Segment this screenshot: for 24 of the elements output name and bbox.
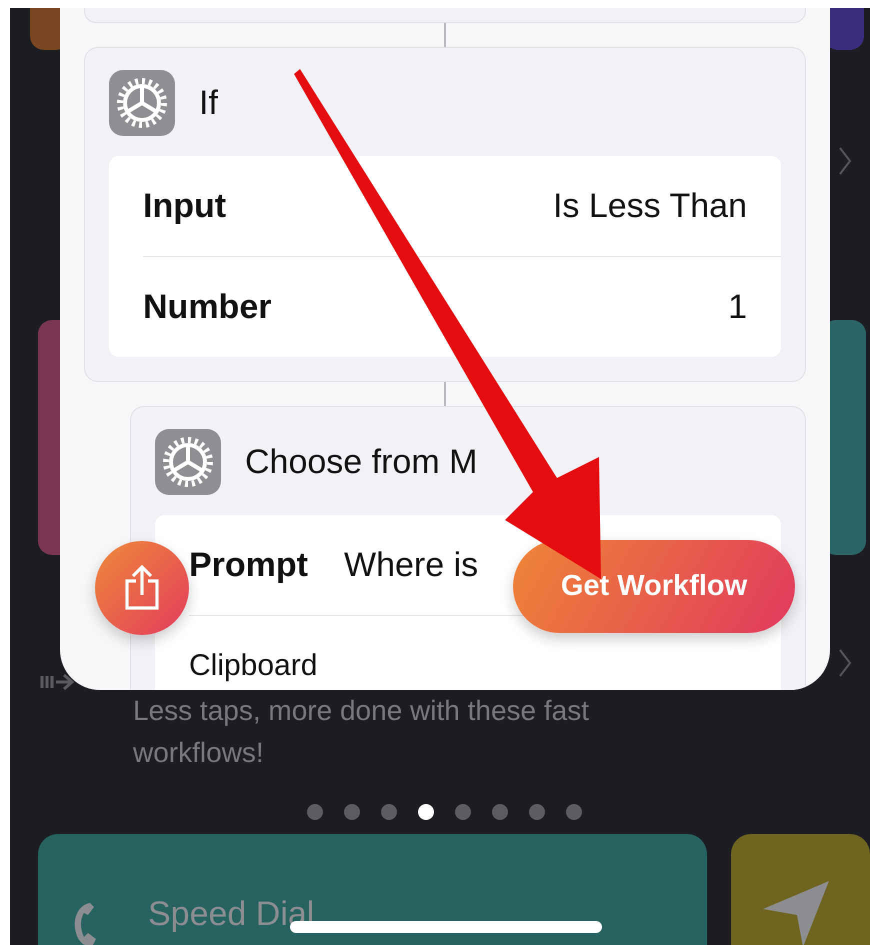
- settings-icon: [109, 70, 175, 136]
- workflow-card[interactable]: [730, 834, 870, 945]
- parameter-value: Is Less Than: [552, 186, 747, 226]
- action-title: If: [199, 84, 218, 122]
- chevron-icon: [838, 146, 852, 176]
- page-dot[interactable]: [344, 804, 360, 820]
- parameter-value: Where is: [344, 546, 480, 584]
- caption-text: Less taps, more done with these fast workflows!: [133, 694, 590, 770]
- page-dot[interactable]: [418, 804, 434, 820]
- page-dot[interactable]: [492, 804, 508, 820]
- action-title: Choose from M: [245, 442, 478, 482]
- page-dot[interactable]: [381, 804, 397, 820]
- page-dot[interactable]: [566, 804, 582, 820]
- parameter-value: 1: [728, 288, 747, 326]
- parameter-label: Number: [143, 288, 272, 326]
- location-icon: [760, 879, 831, 945]
- parameter-label: Prompt: [189, 546, 308, 584]
- settings-icon: [155, 429, 221, 495]
- page-dot[interactable]: [455, 804, 471, 820]
- page-dot[interactable]: [307, 804, 323, 820]
- chevron-icon: [838, 648, 852, 678]
- action-card[interactable]: If Input Is Less Than Number 1: [84, 47, 806, 382]
- page-dot[interactable]: [529, 804, 545, 820]
- parameter-label: Input: [143, 186, 226, 226]
